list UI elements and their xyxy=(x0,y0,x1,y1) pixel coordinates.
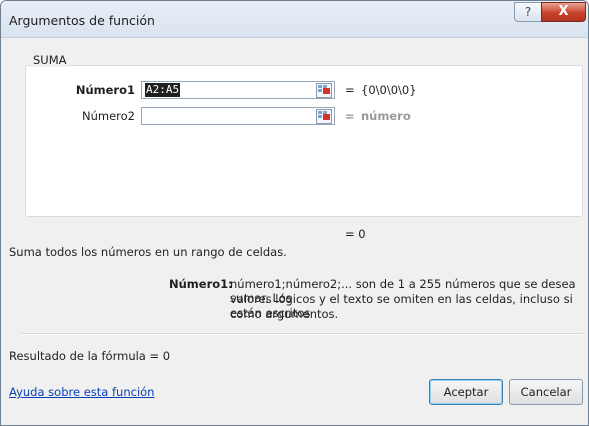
arg2-equals: = xyxy=(345,109,355,123)
collapse-dialog-icon[interactable] xyxy=(316,109,332,124)
arg1-equals: = xyxy=(345,83,355,97)
close-button[interactable]: X xyxy=(541,2,586,22)
separator xyxy=(21,333,583,335)
arg1-result: {0\0\0\0} xyxy=(361,83,417,97)
ok-button[interactable]: Aceptar xyxy=(429,379,503,405)
dialog-title: Argumentos de función xyxy=(9,13,155,28)
arg2-result-hint: número xyxy=(361,109,411,123)
arg2-label: Número2 xyxy=(82,109,135,123)
title-bar[interactable]: Argumentos de función ? X xyxy=(1,1,588,38)
function-arguments-dialog: Argumentos de función ? X SUMA Número1 A… xyxy=(0,0,589,426)
arg1-label: Número1 xyxy=(75,83,135,97)
arg1-value: A2:A5 xyxy=(145,83,181,97)
cancel-button[interactable]: Cancelar xyxy=(509,379,583,405)
help-link[interactable]: Ayuda sobre esta función xyxy=(9,385,154,399)
formula-result: Resultado de la fórmula = 0 xyxy=(9,349,171,363)
close-icon: X xyxy=(558,4,569,19)
arg-description-label: Número1: xyxy=(169,277,233,291)
help-icon: ? xyxy=(524,5,532,19)
arg1-input[interactable]: A2:A5 xyxy=(141,81,335,99)
collapse-dialog-icon[interactable] xyxy=(316,83,332,98)
arg2-input[interactable] xyxy=(141,107,335,125)
arg-description-line-3: como argumentos. xyxy=(230,307,339,321)
function-result: = 0 xyxy=(345,227,366,241)
function-description: Suma todos los números en un rango de ce… xyxy=(9,245,287,259)
function-name: SUMA xyxy=(31,53,69,67)
help-button[interactable]: ? xyxy=(514,2,542,22)
